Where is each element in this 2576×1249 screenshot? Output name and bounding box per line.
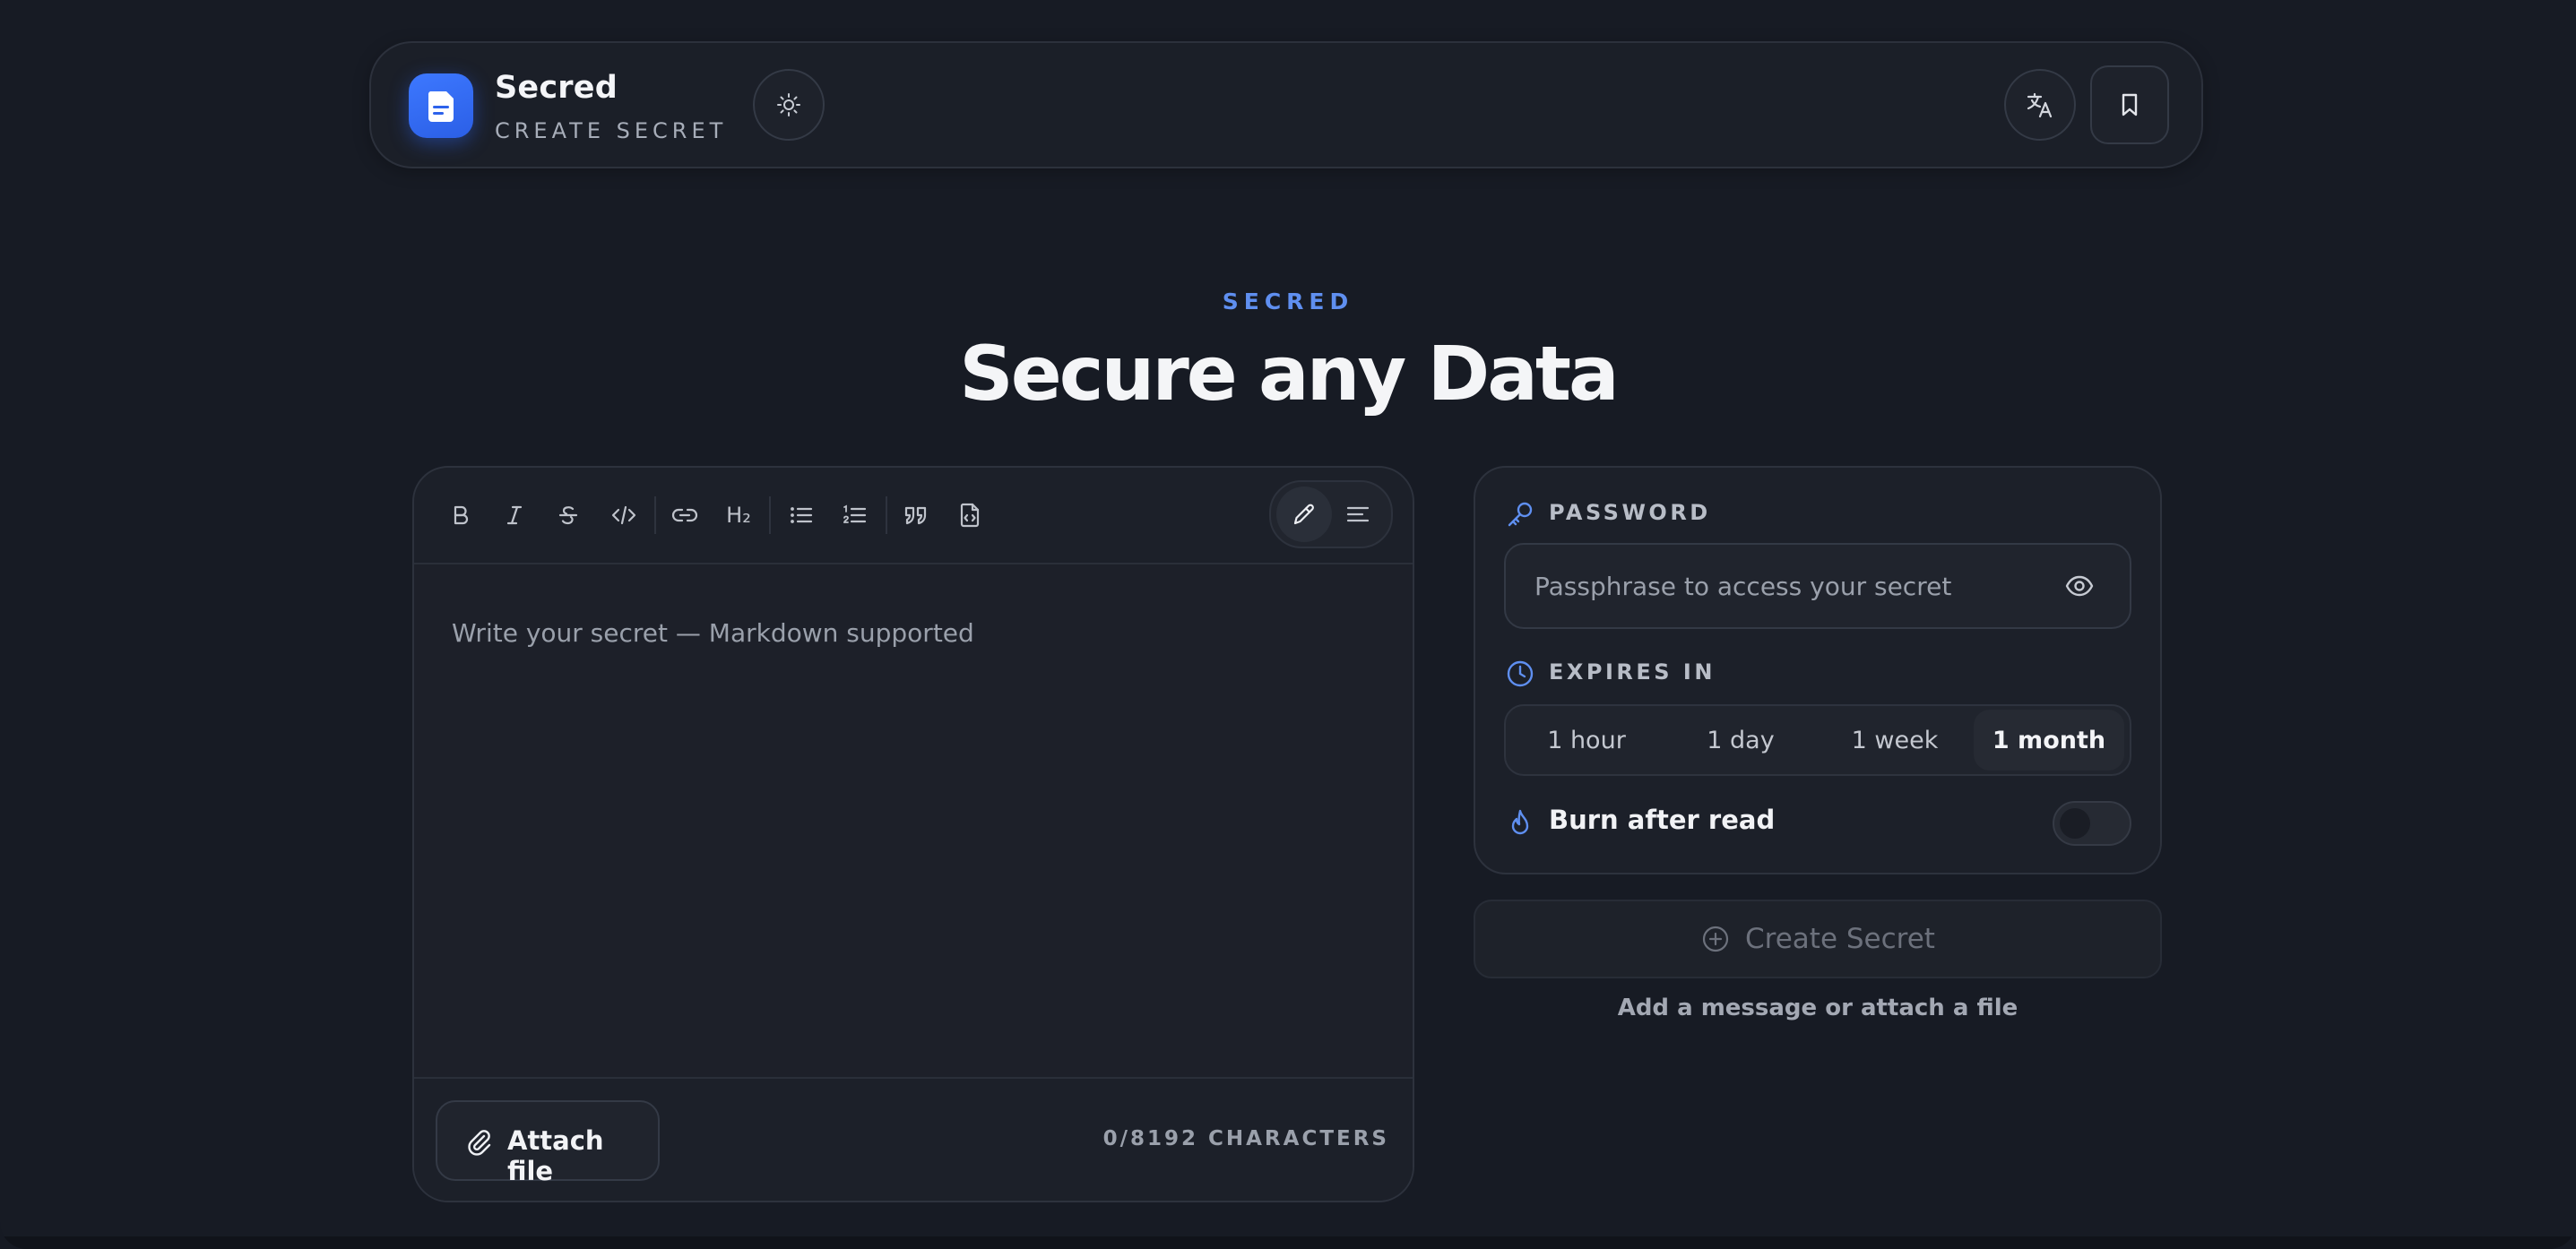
bold-icon xyxy=(454,505,469,525)
code-button[interactable] xyxy=(606,497,642,533)
create-hint: Add a message or attach a file xyxy=(1617,995,2018,1021)
app-title: Secred xyxy=(495,70,618,106)
write-mode-button[interactable] xyxy=(1276,487,1332,542)
hero-eyebrow: SECRED xyxy=(1222,289,1354,314)
strikethrough-icon xyxy=(558,506,578,525)
app-window: Secred CREATE SECRET SECRED Secure any D… xyxy=(0,0,2576,1249)
eye-icon xyxy=(2065,575,2094,597)
key-icon xyxy=(1504,498,1536,530)
toolbar-divider xyxy=(886,496,887,534)
window-bottom-edge xyxy=(0,1236,2576,1249)
language-button[interactable] xyxy=(2004,69,2076,141)
document-icon xyxy=(428,91,454,122)
password-label: PASSWORD xyxy=(1549,500,1711,525)
plus-circle-icon xyxy=(1702,926,1729,952)
strikethrough-button[interactable] xyxy=(550,497,586,533)
pencil-icon xyxy=(1293,504,1314,525)
paperclip-icon xyxy=(468,1130,491,1156)
link-icon xyxy=(671,508,698,522)
create-secret-button[interactable]: Create Secret xyxy=(1474,900,2162,978)
top-bar: Secred CREATE SECRET xyxy=(369,41,2203,168)
expiry-selector: 1 hour 1 day 1 week 1 month xyxy=(1504,704,2131,776)
attach-file-button[interactable]: Attach file xyxy=(436,1100,660,1186)
editor-placeholder: Write your secret — Markdown supported xyxy=(452,618,974,648)
toolbar-divider xyxy=(654,496,656,534)
quote-button[interactable] xyxy=(898,497,934,533)
create-secret-label: Create Secret xyxy=(1745,923,1935,955)
toggle-knob xyxy=(2060,808,2090,839)
bookmark-button[interactable] xyxy=(2090,65,2169,144)
editor-toolbar: H₂ xyxy=(414,468,1413,564)
code-icon xyxy=(611,505,636,525)
expiry-option-1-hour[interactable]: 1 hour xyxy=(1511,710,1662,771)
bullet-list-button[interactable] xyxy=(783,497,819,533)
password-input[interactable] xyxy=(1504,543,2131,629)
heading-button[interactable]: H₂ xyxy=(721,497,756,533)
expiry-option-1-week[interactable]: 1 week xyxy=(1820,710,1970,771)
editor-footer: Attach file 0/8192 CHARACTERS xyxy=(414,1077,1413,1201)
link-button[interactable] xyxy=(667,497,703,533)
secret-settings: PASSWORD EXPIRES IN 1 hour 1 day 1 week … xyxy=(1474,466,2162,874)
italic-button[interactable] xyxy=(497,497,532,533)
secret-editor: H₂ Write your secret — Markdown supporte… xyxy=(412,466,1414,1202)
clock-icon xyxy=(1504,658,1536,690)
numbered-list-button[interactable] xyxy=(837,497,873,533)
page-subtitle: CREATE SECRET xyxy=(495,118,728,143)
bold-button[interactable] xyxy=(443,497,479,533)
toolbar-divider xyxy=(769,496,771,534)
editor-mode-switch xyxy=(1269,480,1393,548)
italic-icon xyxy=(506,505,523,525)
numbered-list-icon xyxy=(843,504,867,523)
sun-icon xyxy=(777,93,800,116)
align-left-icon xyxy=(1346,506,1370,522)
code-block-button[interactable] xyxy=(952,497,988,533)
hero-title: Secure any Data xyxy=(959,330,1619,418)
expiry-option-1-day[interactable]: 1 day xyxy=(1665,710,1816,771)
quote-icon xyxy=(904,506,927,525)
burn-after-read-label: Burn after read xyxy=(1549,805,1776,835)
app-logo[interactable] xyxy=(409,73,473,138)
bookmark-icon xyxy=(2122,93,2138,116)
burn-after-read-toggle[interactable] xyxy=(2053,801,2131,846)
translate-icon xyxy=(2027,92,2053,118)
preview-mode-button[interactable] xyxy=(1330,487,1386,542)
expires-label: EXPIRES IN xyxy=(1549,659,1716,685)
character-count: 0/8192 CHARACTERS xyxy=(1102,1127,1389,1150)
flame-icon xyxy=(1504,806,1536,839)
expiry-option-1-month[interactable]: 1 month xyxy=(1974,710,2124,771)
code-file-icon xyxy=(960,503,980,528)
secret-textarea[interactable]: Write your secret — Markdown supported xyxy=(414,564,1413,1077)
attach-file-label: Attach file xyxy=(507,1125,604,1186)
bullet-list-icon xyxy=(791,507,813,523)
theme-toggle-button[interactable] xyxy=(753,69,825,141)
toggle-password-visibility-button[interactable] xyxy=(2062,568,2097,604)
